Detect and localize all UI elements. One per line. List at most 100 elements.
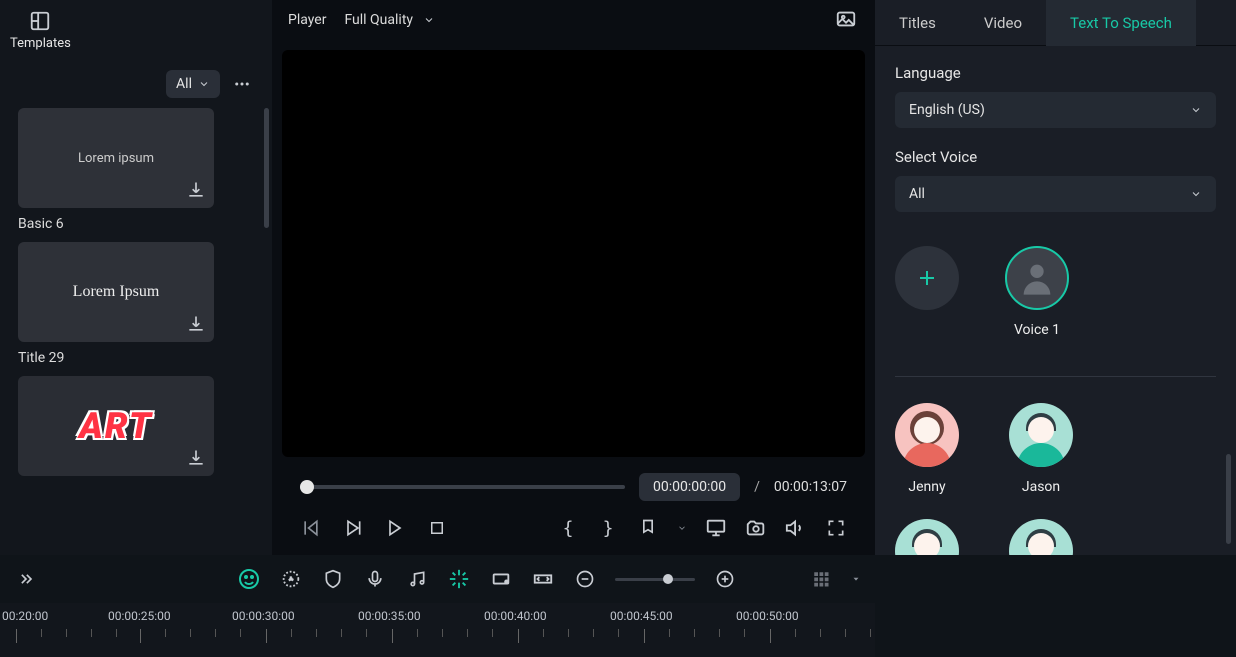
range-button[interactable] <box>489 567 513 591</box>
voiceover-button[interactable] <box>363 567 387 591</box>
stop-button[interactable] <box>426 517 448 539</box>
tab-titles[interactable]: Titles <box>875 0 960 46</box>
expand-button[interactable] <box>14 567 38 591</box>
scrollbar[interactable] <box>1226 454 1231 544</box>
thumb-preview: ART <box>79 405 153 447</box>
volume-button[interactable] <box>785 517 807 539</box>
mark-in-button[interactable]: { <box>557 517 579 539</box>
brace-left-icon: { <box>563 518 574 539</box>
download-icon[interactable] <box>186 448 206 468</box>
mic-icon <box>365 569 385 589</box>
layout-icon <box>29 10 51 32</box>
ruler-label: 00:00:30:00 <box>232 609 295 623</box>
plus-circle-icon <box>715 569 735 589</box>
voice-jason[interactable]: Jason <box>1009 403 1073 495</box>
audio-button[interactable] <box>405 567 429 591</box>
next-frame-button[interactable] <box>384 517 406 539</box>
template-item[interactable]: Lorem Ipsum Title 29 <box>18 242 254 366</box>
shield-icon <box>323 569 343 589</box>
avatar <box>895 403 959 467</box>
tab-text-to-speech[interactable]: Text To Speech <box>1046 0 1196 46</box>
voice-jenny[interactable]: Jenny <box>895 403 959 495</box>
language-value: English (US) <box>909 102 985 118</box>
ruler-label: 00:00:50:00 <box>736 609 799 623</box>
mark-out-button[interactable]: } <box>597 517 619 539</box>
chevrons-right-icon <box>16 569 36 589</box>
language-select[interactable]: English (US) <box>895 92 1216 128</box>
language-label: Language <box>895 64 1216 82</box>
stop-icon <box>428 519 446 537</box>
sparkle-icon <box>448 568 470 590</box>
chevron-down-icon[interactable] <box>851 574 861 584</box>
snapshot-button[interactable] <box>745 517 767 539</box>
voice-name: Voice 1 <box>1014 322 1060 338</box>
effects-button[interactable] <box>237 567 261 591</box>
download-icon[interactable] <box>186 180 206 200</box>
voice-filter-select[interactable]: All <box>895 176 1216 212</box>
voice-name: Jenny <box>908 479 945 495</box>
play-button[interactable] <box>342 517 364 539</box>
ruler-label: 00:00:40:00 <box>484 609 547 623</box>
template-label: Basic 6 <box>18 216 254 232</box>
chevron-down-icon[interactable] <box>677 523 687 533</box>
volume-icon <box>785 517 807 539</box>
dots-icon <box>233 75 251 93</box>
video-preview <box>282 50 865 457</box>
avatar <box>895 519 959 555</box>
time-duration: 00:00:13:07 <box>774 479 847 495</box>
cut-button[interactable] <box>447 567 471 591</box>
zoom-in-button[interactable] <box>713 567 737 591</box>
crop-icon <box>490 568 512 590</box>
image-icon <box>835 8 857 30</box>
face-icon <box>237 567 261 591</box>
fullscreen-button[interactable] <box>825 517 847 539</box>
snapshot-preview-button[interactable] <box>835 8 859 32</box>
template-item[interactable]: Lorem ipsum Basic 6 <box>18 108 254 232</box>
time-separator: / <box>754 479 760 495</box>
avatar <box>1009 519 1073 555</box>
voice-item[interactable]: Voice 1 <box>1005 246 1069 338</box>
add-voice-button[interactable] <box>895 246 959 310</box>
timeline-ruler[interactable]: 00:20:00 00:00:25:00 00:00:30:00 00:00:3… <box>0 603 875 657</box>
chevron-down-icon <box>198 78 210 90</box>
plus-icon <box>915 266 939 290</box>
template-filter-select[interactable]: All <box>166 70 220 98</box>
grid-button[interactable] <box>809 567 833 591</box>
ruler-label: 00:20:00 <box>2 609 48 623</box>
music-icon <box>407 569 427 589</box>
select-voice-label: Select Voice <box>895 148 1216 166</box>
marker-button[interactable] <box>637 517 659 539</box>
template-item[interactable]: ART <box>18 376 254 476</box>
brace-right-icon: } <box>603 518 614 539</box>
play-icon <box>343 518 363 538</box>
fit-button[interactable] <box>531 567 555 591</box>
voice-mark[interactable]: Mark <box>895 519 959 555</box>
scrubber[interactable] <box>300 479 625 495</box>
template-label: Title 29 <box>18 350 254 366</box>
chevron-down-icon <box>1190 188 1202 200</box>
scrollbar[interactable] <box>264 108 269 228</box>
voice-filter-value: All <box>909 186 925 202</box>
skip-back-icon <box>301 518 321 538</box>
fullscreen-icon <box>826 518 846 538</box>
tab-video[interactable]: Video <box>960 0 1046 46</box>
time-current: 00:00:00:00 <box>639 473 740 501</box>
quality-select[interactable]: Full Quality <box>344 12 435 28</box>
chevron-down-icon <box>423 14 435 26</box>
templates-tab[interactable]: Templates <box>10 10 71 51</box>
ruler-label: 00:00:35:00 <box>358 609 421 623</box>
person-icon <box>1017 258 1057 298</box>
voice-bob[interactable]: Bob <box>1009 519 1073 555</box>
more-button[interactable] <box>228 70 256 98</box>
burst-icon <box>280 568 302 590</box>
ruler-label: 00:00:45:00 <box>610 609 673 623</box>
zoom-out-button[interactable] <box>573 567 597 591</box>
download-icon[interactable] <box>186 314 206 334</box>
keyframe-button[interactable] <box>279 567 303 591</box>
display-button[interactable] <box>705 517 727 539</box>
step-forward-icon <box>385 518 405 538</box>
prev-frame-button[interactable] <box>300 517 322 539</box>
zoom-slider[interactable] <box>615 578 695 581</box>
marker-tool-button[interactable] <box>321 567 345 591</box>
player-label: Player <box>288 12 326 28</box>
